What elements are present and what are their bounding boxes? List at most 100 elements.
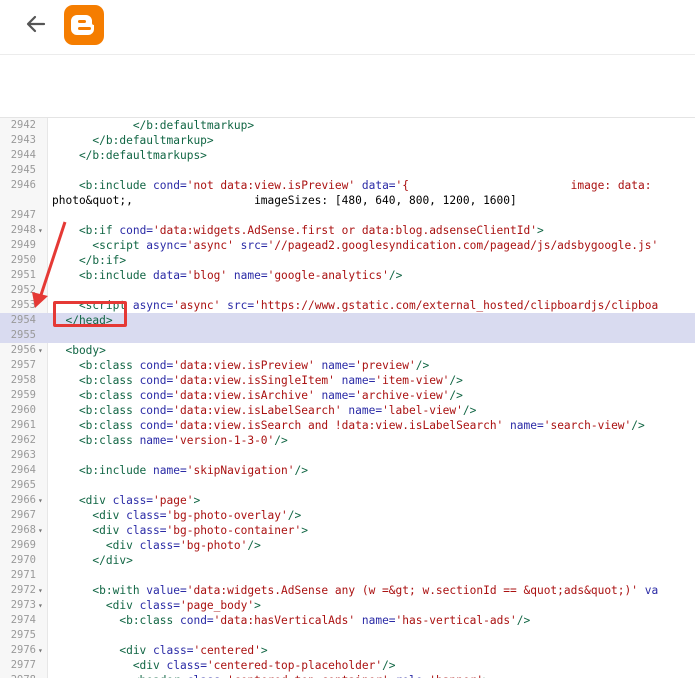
code-token: /> xyxy=(462,404,477,417)
code-token: data= xyxy=(355,179,396,192)
blogger-logo-icon[interactable] xyxy=(64,5,104,45)
code-line[interactable]: 2948 ▾ <b:if cond='data:widgets.AdSense.f… xyxy=(0,223,695,238)
code-text: <div class='page_body'> xyxy=(52,598,261,613)
line-number: 2978 xyxy=(0,673,36,678)
line-number: 2958 xyxy=(10,374,36,386)
code-token: </b:defaultmarkups> xyxy=(52,149,207,162)
fold-toggle-icon[interactable]: ▾ xyxy=(38,673,46,678)
code-token: 'async' xyxy=(173,299,221,312)
code-line[interactable]: 2974 <b:class cond='data:hasVerticalAds'… xyxy=(0,613,695,628)
code-line[interactable]: 2958 <b:class cond='data:view.isSingleIt… xyxy=(0,373,695,388)
code-line[interactable]: 2970 </div> xyxy=(0,553,695,568)
fold-toggle-icon[interactable]: ▾ xyxy=(38,523,46,538)
code-token: <div xyxy=(52,494,113,507)
code-line[interactable]: 2943 </b:defaultmarkup> xyxy=(0,133,695,148)
code-token: name= xyxy=(139,434,174,447)
line-number: 2955 xyxy=(10,329,36,341)
code-line[interactable]: 2977 <div class='centered-top-placeholde… xyxy=(0,658,695,673)
code-token: /> xyxy=(382,659,396,672)
back-button[interactable] xyxy=(22,10,50,38)
code-line[interactable]: 2960 <b:class cond='data:view.isLabelSea… xyxy=(0,403,695,418)
code-token: 'archive-view' xyxy=(355,389,450,402)
code-text: <b:class cond='data:view.isSingleItem' n… xyxy=(52,373,463,388)
code-token: 'page' xyxy=(153,494,194,507)
code-line[interactable]: photo&quot;, imageSizes: [480, 640, 800,… xyxy=(0,193,695,208)
code-token: name= xyxy=(227,269,268,282)
code-token: name= xyxy=(503,419,544,432)
code-text: </b:defaultmarkups> xyxy=(52,148,207,163)
code-token: </b:defaultmarkup> xyxy=(52,119,255,132)
fold-toggle-icon[interactable]: ▾ xyxy=(38,643,46,658)
code-token: <script xyxy=(52,239,147,252)
code-line[interactable]: 2950 </b:if> xyxy=(0,253,695,268)
line-number: 2962 xyxy=(10,434,36,446)
code-token: cond= xyxy=(139,419,174,432)
code-token: 'https://www.gstatic.com/external_hosted… xyxy=(254,299,659,312)
code-token: 'skipNavigation' xyxy=(186,464,295,477)
code-token: va xyxy=(638,584,659,597)
line-number: 2966 xyxy=(10,494,36,506)
code-token: <b:class xyxy=(52,404,140,417)
code-token: </div> xyxy=(52,554,133,567)
code-line[interactable]: 2951 <b:include data='blog' name='google… xyxy=(0,268,695,283)
code-text: <div class='bg-photo'/> xyxy=(52,538,261,553)
code-editor[interactable]: 2942 </b:defaultmarkup> 2943 </b:defaultm… xyxy=(0,117,695,678)
fold-toggle-icon[interactable]: ▾ xyxy=(38,583,46,598)
code-token: cond= xyxy=(139,389,174,402)
code-line[interactable]: 2945 xyxy=(0,163,695,178)
fold-toggle-icon[interactable]: ▾ xyxy=(38,598,46,613)
code-lines: 2942 </b:defaultmarkup> 2943 </b:defaultm… xyxy=(0,118,695,678)
code-line[interactable]: 2944 </b:defaultmarkups> xyxy=(0,148,695,163)
code-line[interactable]: 2969 <div class='bg-photo'/> xyxy=(0,538,695,553)
code-line[interactable]: 2947 xyxy=(0,208,695,223)
code-token: <b:include xyxy=(52,179,154,192)
code-token: 'not data:view.isPreview' xyxy=(186,179,356,192)
code-token: cond= xyxy=(153,179,187,192)
line-number: 2977 xyxy=(10,659,36,671)
line-number: 2946 xyxy=(10,179,36,191)
code-text: <b:class cond='data:view.isLabelSearch' … xyxy=(52,403,476,418)
fold-toggle-icon[interactable]: ▾ xyxy=(38,343,46,358)
code-line[interactable]: 2952 xyxy=(0,283,695,298)
code-token: class= xyxy=(153,644,194,657)
code-token: 'item-view' xyxy=(375,374,450,387)
code-line[interactable]: 2942 </b:defaultmarkup> xyxy=(0,118,695,133)
highlight-box-annotation xyxy=(53,301,127,327)
code-token: 'google-analytics' xyxy=(267,269,389,282)
code-line[interactable]: 2967 <div class='bg-photo-overlay'/> xyxy=(0,508,695,523)
line-number: 2969 xyxy=(10,539,36,551)
code-line[interactable]: 2976 ▾ <div class='centered'> xyxy=(0,643,695,658)
code-line[interactable]: 2959 <b:class cond='data:view.isArchive'… xyxy=(0,388,695,403)
code-line[interactable]: 2949 <script async='async' src='//pagead… xyxy=(0,238,695,253)
code-token: 'version-1-3-0' xyxy=(173,434,275,447)
code-line[interactable]: 2963 xyxy=(0,448,695,463)
toolbar-area xyxy=(0,55,695,117)
code-line[interactable]: 2975 xyxy=(0,628,695,643)
fold-toggle-icon[interactable]: ▾ xyxy=(38,493,46,508)
code-token: name= xyxy=(153,464,187,477)
line-number: 2954 xyxy=(10,314,36,326)
line-number: 2951 xyxy=(10,269,36,281)
code-text: <b:include cond='not data:view.isPreview… xyxy=(52,178,652,193)
code-text: <div class='bg-photo-overlay'/> xyxy=(52,508,301,523)
code-token: name= xyxy=(341,404,383,417)
code-line[interactable]: 2955 xyxy=(0,328,695,343)
code-line[interactable]: 2978▾ <header class='centered-top-contai… xyxy=(0,673,695,678)
code-line[interactable]: 2964 <b:include name='skipNavigation'/> xyxy=(0,463,695,478)
code-line[interactable]: 2961 <b:class cond='data:view.isSearch a… xyxy=(0,418,695,433)
code-line[interactable]: 2965 xyxy=(0,478,695,493)
code-line[interactable]: 2973 ▾ <div class='page_body'> xyxy=(0,598,695,613)
code-line[interactable]: 2962 <b:class name='version-1-3-0'/> xyxy=(0,433,695,448)
code-text: </b:defaultmarkup> xyxy=(52,118,254,133)
code-line[interactable]: 2966 ▾ <div class='page'> xyxy=(0,493,695,508)
code-line[interactable]: 2972 ▾ <b:with value='data:widgets.AdSens… xyxy=(0,583,695,598)
arrow-left-icon xyxy=(26,15,46,33)
code-line[interactable]: 2957 <b:class cond='data:view.isPreview'… xyxy=(0,358,695,373)
code-line[interactable]: 2971 xyxy=(0,568,695,583)
code-line[interactable]: 2968 ▾ <div class='bg-photo-container'> xyxy=(0,523,695,538)
fold-toggle-icon[interactable]: ▾ xyxy=(38,223,46,238)
code-line[interactable]: 2946 <b:include cond='not data:view.isPr… xyxy=(0,178,695,193)
code-line[interactable]: 2956 ▾ <body> xyxy=(0,343,695,358)
code-token: 'centered-top-placeholder' xyxy=(206,659,383,672)
code-token: value= xyxy=(146,584,187,597)
